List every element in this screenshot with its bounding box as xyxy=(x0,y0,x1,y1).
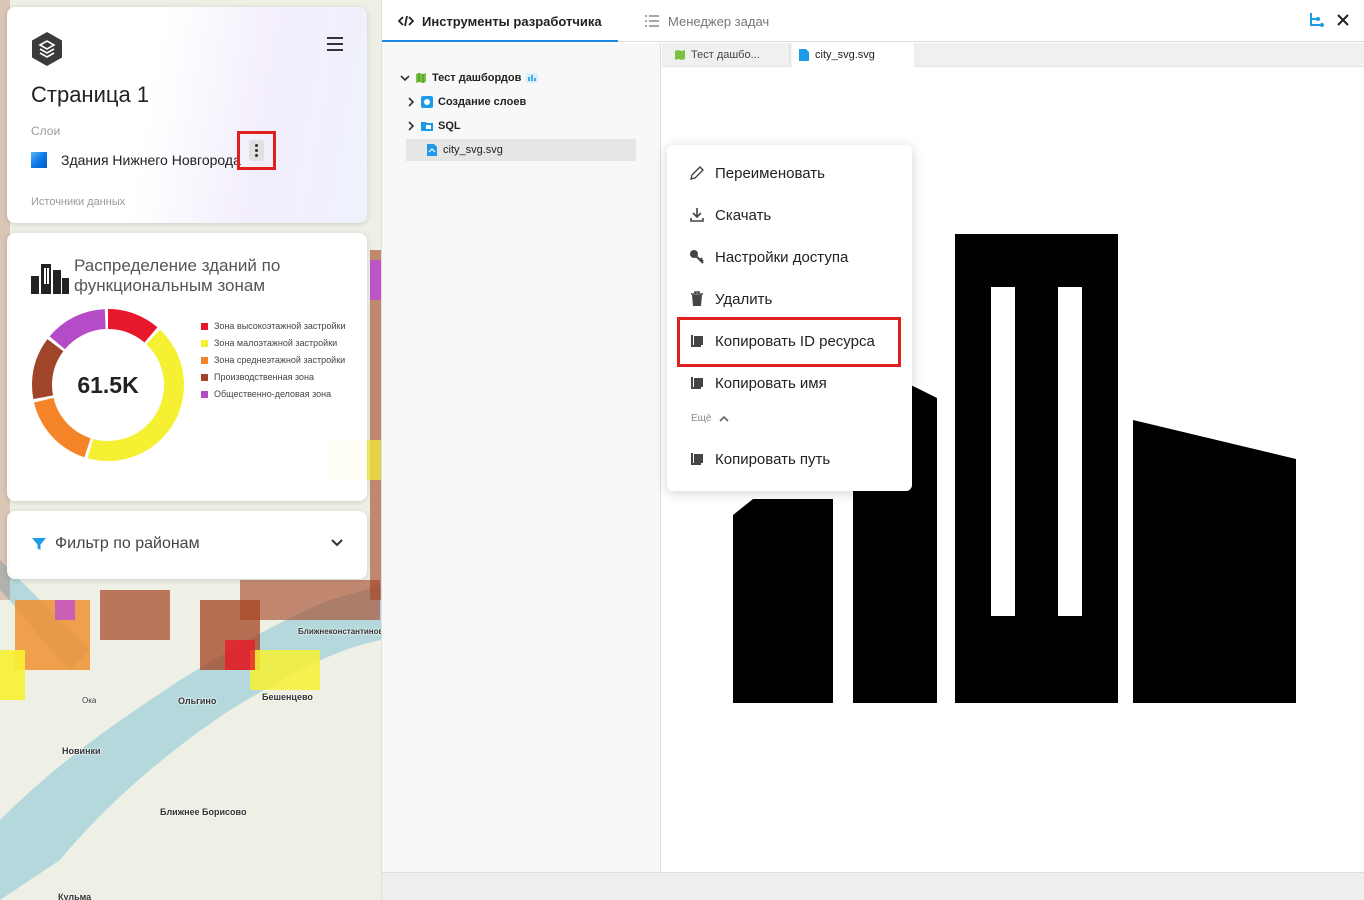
legend-swatch xyxy=(201,357,208,364)
map-label-kulma: Кульма xyxy=(58,892,92,900)
legend-swatch xyxy=(201,374,208,381)
menu-item-copy-path[interactable]: Копировать путь xyxy=(689,447,830,471)
tree-file-label: city_svg.svg xyxy=(443,144,503,156)
menu-item-label: Копировать имя xyxy=(715,374,827,392)
menu-icon[interactable] xyxy=(327,37,343,51)
highlight-frame xyxy=(677,317,901,367)
legend-label: Общественно-деловая зона xyxy=(214,389,332,399)
chevron-right-icon[interactable] xyxy=(406,97,416,107)
chevron-up-icon xyxy=(719,415,730,422)
key-icon xyxy=(690,250,704,264)
pencil-icon xyxy=(690,166,704,180)
menu-item-label: Удалить xyxy=(715,290,773,308)
kebab-icon xyxy=(249,140,264,161)
copy-icon xyxy=(691,453,703,465)
sources-section-label: Источники данных xyxy=(31,196,126,208)
app-logo-icon xyxy=(32,32,62,66)
trash-icon xyxy=(691,291,703,306)
legend-item[interactable]: Общественно-деловая зона xyxy=(201,389,351,400)
widget-title: Распределение зданий по функциональным з… xyxy=(74,256,281,295)
menu-item-label: Настройки доступа xyxy=(715,248,849,266)
layer-name: Здания Нижнего Новгорода xyxy=(61,152,241,168)
layers-folder-icon xyxy=(421,96,433,108)
legend-item[interactable]: Зона среднеэтажной застройки xyxy=(201,355,351,366)
tree-node-layers[interactable]: Создание слоев xyxy=(406,91,526,113)
editor-tab-dashboard[interactable]: Тест дашбо... xyxy=(668,43,790,67)
map-label-borisovo: Ближнее Борисово xyxy=(160,807,247,817)
menu-item-access[interactable]: Настройки доступа xyxy=(689,245,848,269)
menu-more-label: Ещё xyxy=(691,413,712,424)
close-icon[interactable] xyxy=(1335,12,1351,28)
map-label-olgino: Ольгино xyxy=(178,696,217,706)
editor-tabbar: Тест дашбо... city_svg.svg xyxy=(662,43,1364,67)
chart-legend: Зона высокоэтажной застройки Зона малоэт… xyxy=(201,321,351,406)
tab-task-manager-label: Менеджер задач xyxy=(668,13,770,29)
copy-icon xyxy=(691,377,703,389)
code-icon xyxy=(398,15,414,27)
legend-swatch xyxy=(201,391,208,398)
legend-label: Зона высокоэтажной застройки xyxy=(214,321,346,331)
legend-label: Зона среднеэтажной застройки xyxy=(214,355,346,365)
devtools-tabbar: Инструменты разработчика Менеджер задач xyxy=(382,0,1364,42)
map-label-oka: Ока xyxy=(82,696,97,705)
legend-label: Зона малоэтажной застройки xyxy=(214,338,338,348)
layer-icon xyxy=(31,152,47,168)
menu-item-label: Скачать xyxy=(715,206,772,224)
svg-file-icon xyxy=(799,49,809,61)
legend-item[interactable]: Производственная зона xyxy=(201,372,351,383)
dashboard-badge-icon xyxy=(526,73,539,83)
tab-task-manager[interactable]: Менеджер задач xyxy=(644,0,769,42)
chart-widget: Распределение зданий по функциональным з… xyxy=(7,233,367,501)
tree-item-label: Создание слоев xyxy=(438,96,527,108)
status-bar xyxy=(382,872,1364,900)
filter-icon xyxy=(32,538,46,550)
map-icon xyxy=(675,50,685,60)
tree-item-label: SQL xyxy=(438,120,461,132)
more-options-button[interactable] xyxy=(237,131,276,170)
tree-node-sql[interactable]: SQL xyxy=(406,115,461,137)
menu-more-toggle[interactable]: Ещё xyxy=(691,413,730,424)
tree-node-file[interactable]: city_svg.svg xyxy=(406,139,636,161)
map-icon xyxy=(416,73,426,83)
buildings-icon xyxy=(31,264,69,294)
layers-section-label: Слои xyxy=(31,124,61,138)
legend-swatch xyxy=(201,323,208,330)
tree-node-root[interactable]: Тест дашбордов xyxy=(400,67,539,89)
legend-item[interactable]: Зона малоэтажной застройки xyxy=(201,338,351,349)
donut-total: 61.5K xyxy=(77,371,139,398)
chevron-right-icon[interactable] xyxy=(406,121,416,131)
filter-header[interactable]: Фильтр по районам xyxy=(31,535,200,553)
district-filter[interactable]: Фильтр по районам xyxy=(7,511,367,579)
list-icon xyxy=(645,15,659,27)
map-label-beshentsevo: Бешенцево xyxy=(262,692,313,702)
legend-label: Производственная зона xyxy=(214,372,315,382)
chevron-down-icon[interactable] xyxy=(331,539,343,547)
map-label-novinki: Новинки xyxy=(62,746,101,756)
menu-item-delete[interactable]: Удалить xyxy=(689,287,772,311)
page-title: Страница 1 xyxy=(31,82,150,107)
resource-tree: Тест дашбордов Создание слоев SQL city_s… xyxy=(382,43,661,872)
page-card: Страница 1 Слои Здания Нижнего Новгорода… xyxy=(7,7,367,223)
menu-item-download[interactable]: Скачать xyxy=(689,203,771,227)
editor-tab-label: city_svg.svg xyxy=(815,49,875,61)
editor-tab-label: Тест дашбо... xyxy=(691,49,760,61)
svg-file-icon xyxy=(427,144,437,156)
hierarchy-icon[interactable] xyxy=(1308,12,1324,28)
menu-item-rename[interactable]: Переименовать xyxy=(689,161,825,185)
menu-item-label: Копировать путь xyxy=(715,450,831,468)
menu-item-label: Переименовать xyxy=(715,164,825,182)
menu-item-copy-name[interactable]: Копировать имя xyxy=(689,371,827,395)
editor-tab-svg[interactable]: city_svg.svg xyxy=(792,43,914,67)
tab-developer-tools[interactable]: Инструменты разработчика xyxy=(382,0,618,42)
legend-swatch xyxy=(201,340,208,347)
layer-item[interactable]: Здания Нижнего Новгорода xyxy=(31,152,241,168)
tree-root-label: Тест дашбордов xyxy=(432,72,522,84)
filter-label: Фильтр по районам xyxy=(55,535,200,552)
tab-developer-tools-label: Инструменты разработчика xyxy=(422,13,602,29)
folder-icon xyxy=(421,122,433,131)
map-label-konstantinovo: Ближнеконстантиново xyxy=(298,627,381,636)
download-icon xyxy=(690,208,704,222)
legend-item[interactable]: Зона высокоэтажной застройки xyxy=(201,321,351,332)
chevron-down-icon[interactable] xyxy=(400,73,410,83)
